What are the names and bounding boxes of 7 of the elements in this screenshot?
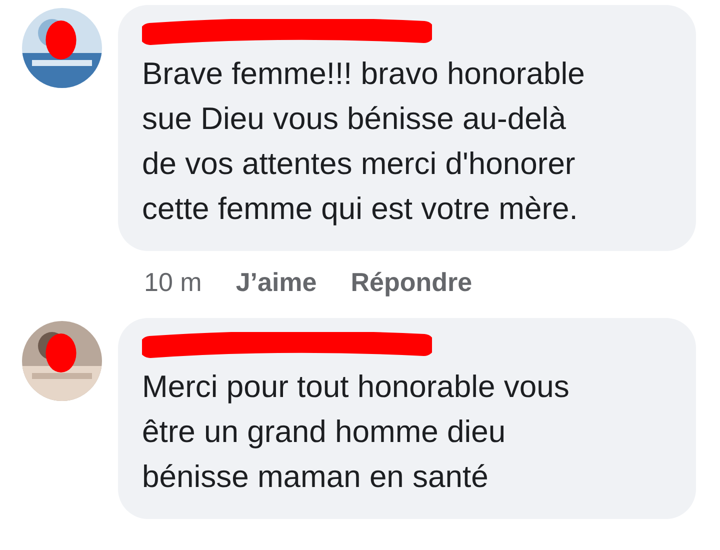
comment-text: Merci pour tout honorable vous être un grand homme dieu bénisse maman en santé xyxy=(142,368,570,496)
comment-time: 10 m xyxy=(144,267,202,298)
comment-text: Brave femme!!! bravo honorable sue Dieu vous bénisse au-delà de vos attentes merci d'honorer cette femme qui est votre mère. xyxy=(142,55,586,228)
redaction-mark xyxy=(44,18,78,62)
redaction-mark xyxy=(44,331,78,375)
reply-link[interactable]: Répondre xyxy=(350,267,472,298)
like-link[interactable]: J’aime xyxy=(236,267,317,298)
